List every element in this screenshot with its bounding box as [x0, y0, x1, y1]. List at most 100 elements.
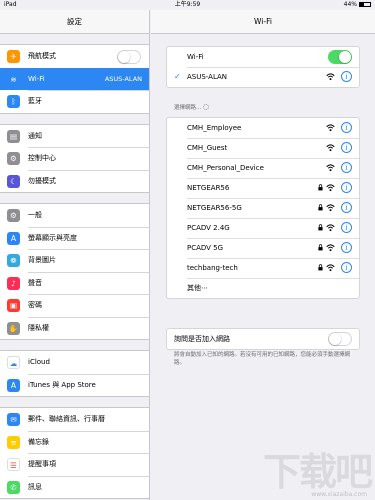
- sidebar-item[interactable]: ▣ 密碼: [0, 294, 149, 317]
- choose-network-text: 選擇網路...: [174, 105, 202, 111]
- watermark-logo: 下载吧: [262, 450, 373, 494]
- lock-icon: [318, 184, 323, 191]
- wifi-toggle-row[interactable]: Wi-Fi: [167, 47, 359, 67]
- sidebar-item-label: Wi-Fi: [28, 74, 45, 83]
- settings-title: 設定: [0, 10, 149, 34]
- sidebar-item[interactable]: ▤ 通知: [0, 125, 149, 148]
- info-icon[interactable]: i: [341, 202, 352, 213]
- sidebar-item[interactable]: ☰ 提醒事項: [0, 453, 149, 476]
- info-icon[interactable]: i: [341, 122, 352, 133]
- wifi-signal-icon: [326, 124, 335, 132]
- sidebar-item[interactable]: ᛒ 藍牙: [0, 90, 149, 113]
- wifi-detail-pane: Wi-Fi Wi-Fi ✓ ASUS-ALAN i 選擇網路... CMH_Em…: [151, 10, 375, 500]
- toggle-knob: [339, 51, 351, 63]
- sidebar-item[interactable]: ≡ 備忘錄: [0, 430, 149, 454]
- toggle-knob: [329, 333, 341, 345]
- sidebar-item[interactable]: AiTunes 與 App Store: [0, 373, 149, 397]
- sidebar-item-label: 備忘錄: [28, 437, 49, 446]
- info-icon[interactable]: i: [341, 182, 352, 193]
- airplane-mode-switch[interactable]: [117, 49, 141, 64]
- battery-percent: 44%: [343, 1, 357, 8]
- ask-to-join-footnote: 將會自動加入已知的網路。若沒有可用的已知網路，您能必須手動選擇網路。: [174, 352, 351, 366]
- ask-to-join-row[interactable]: 詢問是否加入網路: [167, 329, 359, 349]
- sidebar-item-label: 藍牙: [28, 97, 42, 105]
- sidebar-item[interactable]: ✋ 隱私權: [0, 316, 149, 340]
- wifi-signal-icon: [326, 184, 335, 192]
- control-center-icon: ⚙: [7, 152, 20, 165]
- sidebar-item-label: 螢幕顯示與亮度: [28, 233, 77, 242]
- sidebar-item-label: 聲音: [28, 278, 42, 287]
- battery-icon: [359, 2, 371, 7]
- sidebar-item-label: iTunes 與 App Store: [28, 380, 96, 389]
- choose-network-label: 選擇網路...: [174, 103, 210, 111]
- network-name: NETGEAR56-5G: [187, 204, 242, 212]
- network-name: CMH_Employee: [187, 124, 242, 132]
- info-icon[interactable]: i: [341, 142, 352, 153]
- notes-icon: ≡: [7, 435, 20, 449]
- network-row[interactable]: PCADV 5G i: [167, 238, 359, 258]
- sidebar-item-label: 通知: [28, 131, 42, 140]
- network-name: techbang-tech: [187, 264, 238, 272]
- bluetooth-icon: ᛒ: [7, 95, 20, 108]
- display-icon: A: [7, 231, 20, 245]
- other-network-row[interactable]: 其他⋯: [167, 278, 359, 298]
- network-row[interactable]: PCADV 2.4G i: [167, 218, 359, 238]
- wifi-signal-icon: [326, 244, 335, 252]
- status-bar: iPad 上午9:59 44%: [0, 0, 375, 10]
- network-row[interactable]: NETGEAR56-5G i: [167, 198, 359, 218]
- wifi-toggle-switch[interactable]: [328, 50, 352, 64]
- sidebar-item[interactable]: ✉ 郵件、聯絡資訊、行事曆: [0, 408, 149, 431]
- wifi-signal-icon: [326, 204, 335, 212]
- info-icon[interactable]: i: [341, 162, 352, 173]
- sidebar-item[interactable]: ♪ 聲音: [0, 271, 149, 295]
- sidebar-item[interactable]: ☾ 勿擾模式: [0, 169, 149, 193]
- passcode-icon: ▣: [7, 299, 20, 312]
- wifi-icon: ≋: [7, 72, 20, 86]
- status-time: 上午9:59: [174, 1, 201, 8]
- settings-group: ✉ 郵件、聯絡資訊、行事曆 ≡ 備忘錄 ☰ 提醒事項 ✆ 訊息: [0, 407, 149, 499]
- sidebar-item[interactable]: ✆ 訊息: [0, 475, 149, 499]
- gear-icon: ⚙: [7, 209, 20, 222]
- wifi-signal-icon: [326, 264, 335, 272]
- network-name: NETGEAR56: [187, 184, 230, 192]
- sidebar-item[interactable]: ⚙ 控制中心: [0, 147, 149, 170]
- network-row[interactable]: CMH_Guest i: [167, 138, 359, 158]
- network-row[interactable]: NETGEAR56 i: [167, 178, 359, 198]
- icloud-icon: ☁: [7, 356, 20, 369]
- sidebar-item[interactable]: ☁ iCloud: [0, 351, 149, 374]
- connected-network-name: ASUS-ALAN: [187, 73, 228, 81]
- lock-icon: [318, 244, 323, 251]
- wifi-toggle-group: Wi-Fi ✓ ASUS-ALAN i: [166, 46, 360, 88]
- connected-network-row[interactable]: ✓ ASUS-ALAN i: [167, 67, 359, 87]
- network-row[interactable]: CMH_Employee i: [167, 118, 359, 138]
- sidebar-item[interactable]: A 螢幕顯示與亮度: [0, 226, 149, 250]
- sidebar-item[interactable]: ≋ Wi-Fi ASUS-ALAN: [0, 67, 149, 90]
- settings-sidebar: 設定 ✈ 飛航模式 ≋ Wi-Fi ASUS-ALAN ᛒ 藍牙 ▤ 通知 ⚙ 控制中心 ☾ 勿擾模式 ⚙…: [0, 10, 150, 500]
- sidebar-item-label: 飛航模式: [28, 52, 56, 60]
- moon-icon: ☾: [7, 174, 20, 188]
- sidebar-item[interactable]: ⚙ 一般: [0, 204, 149, 227]
- lock-icon: [318, 224, 323, 231]
- network-row[interactable]: techbang-tech i: [167, 258, 359, 278]
- network-name: PCADV 2.4G: [187, 224, 230, 232]
- lock-icon: [318, 264, 323, 271]
- loading-spinner-icon: [203, 104, 210, 110]
- battery-indicator: 44%: [344, 0, 371, 10]
- wifi-title: Wi-Fi: [151, 10, 375, 34]
- ask-to-join-switch[interactable]: [328, 332, 352, 346]
- sidebar-item[interactable]: ❁ 背景圖片: [0, 249, 149, 272]
- checkmark-icon: ✓: [174, 72, 181, 81]
- ask-to-join-label: 詢問是否加入網路: [174, 335, 230, 343]
- info-icon[interactable]: i: [341, 242, 352, 253]
- sidebar-item[interactable]: ✈ 飛航模式: [0, 45, 149, 68]
- settings-group: ▤ 通知 ⚙ 控制中心 ☾ 勿擾模式: [0, 123, 149, 193]
- info-icon[interactable]: i: [341, 262, 352, 273]
- info-icon[interactable]: i: [341, 222, 352, 233]
- wifi-signal-icon: [326, 224, 335, 232]
- airplane-icon: ✈: [7, 50, 20, 63]
- sidebar-item-label: iCloud: [28, 358, 50, 366]
- network-row[interactable]: CMH_Personal_Device i: [167, 158, 359, 178]
- sound-icon: ♪: [7, 276, 20, 290]
- info-icon[interactable]: i: [341, 71, 352, 82]
- sidebar-item-label: 隱私權: [28, 323, 49, 332]
